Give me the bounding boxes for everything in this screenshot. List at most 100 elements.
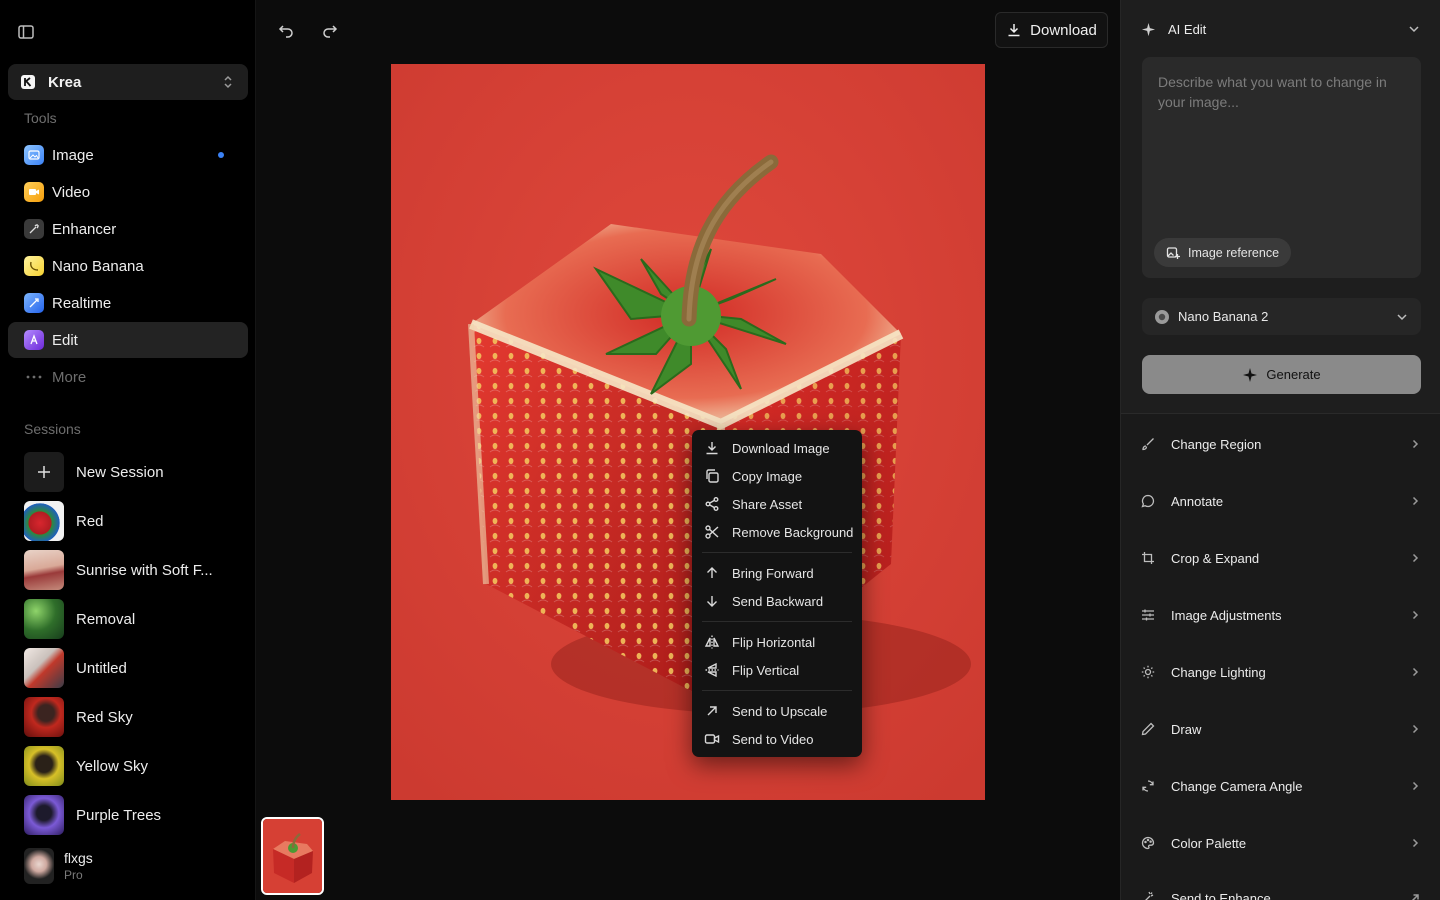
session-item[interactable]: Red xyxy=(24,501,248,541)
workspace-name: Krea xyxy=(48,73,82,91)
menu-item-flip-horizontal[interactable]: Flip Horizontal xyxy=(692,628,862,656)
sidebar-item-image[interactable]: Image xyxy=(8,137,248,173)
user-profile[interactable]: flxgs Pro xyxy=(24,848,93,884)
chevron-down-icon xyxy=(1397,313,1407,320)
op-annotate[interactable]: Annotate xyxy=(1141,489,1421,513)
session-item[interactable]: Untitled xyxy=(24,648,248,688)
chevron-right-icon xyxy=(1412,610,1419,620)
op-label: Draw xyxy=(1171,721,1202,737)
session-item[interactable]: Red Sky xyxy=(24,697,248,737)
sidebar-item-more[interactable]: More xyxy=(8,359,248,395)
chevron-right-icon xyxy=(1412,439,1419,449)
ai-edit-title: AI Edit xyxy=(1168,21,1207,37)
menu-item-flip-vertical[interactable]: Flip Vertical xyxy=(692,656,862,684)
ai-edit-header[interactable]: AI Edit xyxy=(1141,18,1421,40)
menu-item-copy-image[interactable]: Copy Image xyxy=(692,462,862,490)
canvas-thumbnail[interactable] xyxy=(261,817,324,895)
op-send-to-enhance[interactable]: Send to Enhance xyxy=(1141,886,1421,900)
menu-item-share-asset[interactable]: Share Asset xyxy=(692,490,862,518)
plus-icon xyxy=(24,452,64,492)
pencil-icon xyxy=(1141,722,1155,736)
sparkle-icon xyxy=(1141,22,1156,36)
session-item[interactable]: Yellow Sky xyxy=(24,746,248,786)
menu-item-label: Flip Vertical xyxy=(732,662,800,678)
menu-item-label: Send to Video xyxy=(732,731,814,747)
arrow-up-right-icon xyxy=(707,706,717,716)
sidebar-toggle-icon[interactable] xyxy=(16,22,36,42)
palette-icon xyxy=(1141,836,1155,850)
tools-section-label: Tools xyxy=(24,110,57,126)
sparkle-icon xyxy=(1243,367,1258,382)
session-label: Red xyxy=(76,512,104,530)
brush-icon xyxy=(1142,438,1154,451)
sidebar-item-edit[interactable]: Edit xyxy=(8,322,248,358)
session-label: Removal xyxy=(76,610,136,628)
menu-item-send-backward[interactable]: Send Backward xyxy=(692,587,862,615)
model-select[interactable]: Nano Banana 2 xyxy=(1142,298,1421,335)
op-change-camera-angle[interactable]: Change Camera Angle xyxy=(1141,774,1421,798)
menu-divider xyxy=(702,621,852,622)
image-icon xyxy=(24,145,44,165)
menu-item-download-image[interactable]: Download Image xyxy=(692,434,862,462)
op-draw[interactable]: Draw xyxy=(1141,717,1421,741)
menu-item-send-to-upscale[interactable]: Send to Upscale xyxy=(692,697,862,725)
download-button[interactable]: Download xyxy=(995,12,1108,48)
menu-item-label: Send to Upscale xyxy=(732,703,828,719)
download-icon xyxy=(1008,24,1020,37)
session-thumbnail xyxy=(24,550,64,590)
sidebar-item-realtime[interactable]: Realtime xyxy=(8,285,248,321)
session-item[interactable]: Purple Trees xyxy=(24,795,248,835)
menu-item-label: Download Image xyxy=(732,440,830,456)
sidebar: Krea Tools Image Video Enhancer Nano Ban… xyxy=(0,0,256,900)
copy-icon xyxy=(706,469,719,483)
menu-item-label: Share Asset xyxy=(732,496,803,512)
session-thumbnail xyxy=(24,648,64,688)
video-camera-icon xyxy=(704,734,720,744)
workspace-switcher[interactable]: Krea xyxy=(8,64,248,100)
canvas-image[interactable] xyxy=(391,64,985,800)
chevron-right-icon xyxy=(1412,781,1419,791)
op-crop-expand[interactable]: Crop & Expand xyxy=(1141,546,1421,570)
session-item[interactable]: Sunrise with Soft F... xyxy=(24,550,248,590)
op-image-adjustments[interactable]: Image Adjustments xyxy=(1141,603,1421,627)
new-session-button[interactable]: New Session xyxy=(24,452,248,492)
op-change-lighting[interactable]: Change Lighting xyxy=(1141,660,1421,684)
menu-divider xyxy=(702,552,852,553)
sidebar-item-video[interactable]: Video xyxy=(8,174,248,210)
notification-dot xyxy=(218,152,224,158)
download-label: Download xyxy=(1030,21,1097,39)
undo-icon[interactable] xyxy=(274,18,298,42)
model-name: Nano Banana 2 xyxy=(1178,309,1269,324)
realtime-icon xyxy=(24,293,44,313)
arrow-up-right-icon xyxy=(1411,894,1419,900)
redo-icon[interactable] xyxy=(318,18,342,42)
op-color-palette[interactable]: Color Palette xyxy=(1141,831,1421,855)
sun-icon xyxy=(1141,665,1155,679)
session-thumbnail xyxy=(24,697,64,737)
image-reference-button[interactable]: Image reference xyxy=(1154,238,1292,267)
session-thumbnail xyxy=(24,501,64,541)
op-label: Image Adjustments xyxy=(1171,607,1282,623)
session-item[interactable]: Removal xyxy=(24,599,248,639)
sidebar-item-nano-banana[interactable]: Nano Banana xyxy=(8,248,248,284)
sidebar-item-label: Edit xyxy=(52,331,78,349)
session-label: Yellow Sky xyxy=(76,757,148,775)
session-label: Untitled xyxy=(76,659,127,677)
menu-item-bring-forward[interactable]: Bring Forward xyxy=(692,559,862,587)
op-label: Change Lighting xyxy=(1171,664,1266,680)
session-thumbnail xyxy=(24,599,64,639)
context-menu: Download Image Copy Image Share Asset Re… xyxy=(692,430,862,757)
crop-icon xyxy=(1142,552,1154,564)
rotate-camera-icon xyxy=(1142,780,1154,792)
generate-button[interactable]: Generate xyxy=(1142,355,1421,394)
banana-icon xyxy=(24,256,44,276)
menu-item-remove-background[interactable]: Remove Background xyxy=(692,518,862,546)
op-label: Color Palette xyxy=(1171,835,1247,851)
menu-item-send-to-video[interactable]: Send to Video xyxy=(692,725,862,753)
sidebar-item-label: Enhancer xyxy=(52,220,117,238)
enhancer-icon xyxy=(24,219,44,239)
sidebar-item-enhancer[interactable]: Enhancer xyxy=(8,211,248,247)
op-change-region[interactable]: Change Region xyxy=(1141,432,1421,456)
video-icon xyxy=(24,182,44,202)
op-label: Crop & Expand xyxy=(1171,550,1260,566)
